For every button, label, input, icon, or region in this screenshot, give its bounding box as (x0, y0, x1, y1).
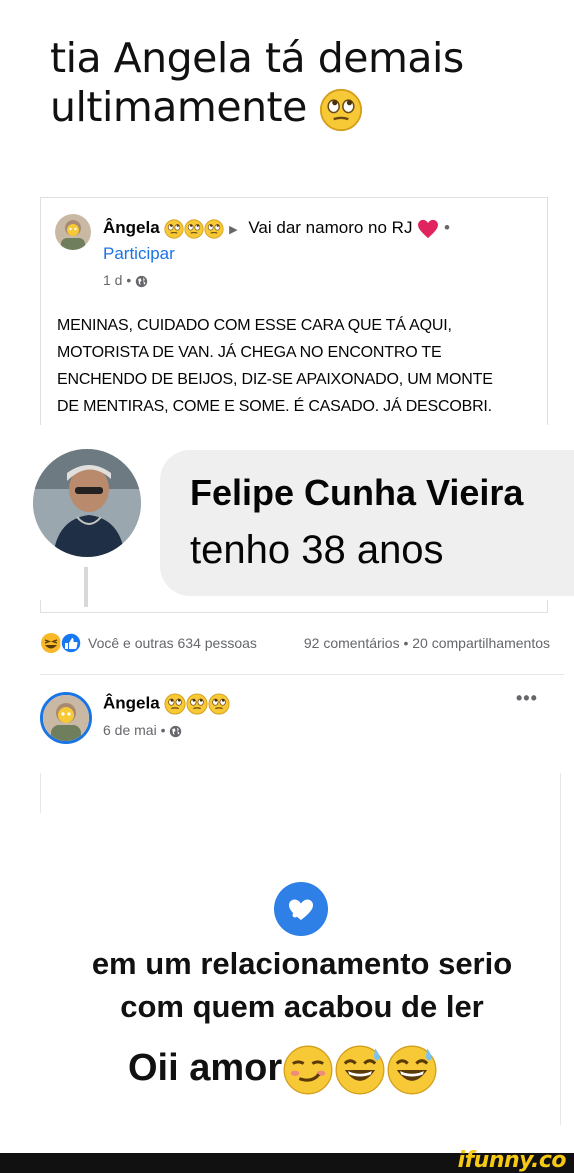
rolling-eyes-emoji-icon (186, 693, 209, 715)
globe-icon (170, 725, 182, 737)
image-text-line: em um relacionamento serio (91, 946, 513, 981)
post-time[interactable]: 6 de mai • (103, 722, 166, 738)
like-reaction-icon (60, 632, 82, 654)
reaction-icons[interactable] (40, 632, 84, 654)
comment-thread-line (84, 567, 88, 607)
rolling-eyes-emoji-icon (208, 693, 231, 715)
meme-title-line2: ultimamente (50, 83, 530, 132)
rolling-eyes-emoji-icon (204, 218, 225, 239)
rolling-eyes-emoji-icon (164, 693, 187, 715)
reactions-bar: Você e outras 634 pessoas 92 comentários… (40, 632, 550, 656)
image-border (40, 773, 41, 813)
avatar[interactable] (55, 214, 91, 250)
post-timestamp[interactable]: 1 d • (103, 272, 148, 288)
image-text-line: com quem acabou de ler (120, 989, 484, 1024)
divider (40, 612, 548, 613)
comment-text: tenho 38 anos (190, 528, 444, 572)
group-post: Ângela ▶ Vai dar namoro no RJ • Particip… (40, 197, 548, 425)
separator: • (443, 218, 450, 237)
profile-photo (33, 449, 141, 557)
author-name[interactable]: Ângela (103, 693, 160, 712)
post-header: Ângela (103, 693, 231, 715)
heart-badge-icon (274, 882, 328, 936)
more-options-icon[interactable]: ••• (516, 688, 538, 709)
rolling-eyes-emoji-icon (320, 88, 363, 132)
avatar[interactable] (40, 692, 92, 744)
smirk-emoji-icon (283, 1045, 333, 1095)
image-text-greeting: Oii amor (128, 1047, 283, 1090)
group-name[interactable]: Vai dar namoro no RJ (248, 218, 412, 237)
divider (40, 674, 564, 675)
grinning-sweat-emoji-icon (387, 1045, 437, 1095)
arrow-icon: ▶ (229, 224, 238, 236)
haha-reaction-icon (41, 633, 61, 653)
rolling-eyes-emoji-icon (164, 218, 185, 239)
author-name[interactable]: Ângela (103, 218, 160, 237)
heart-emoji-icon (418, 219, 439, 238)
meme-title-line2-text: ultimamente (50, 83, 307, 131)
post-header: Ângela ▶ Vai dar namoro no RJ • (103, 218, 450, 239)
meme-title-line1: tia Angela tá demais (50, 34, 464, 82)
meme-title: tia Angela tá demais ultimamente (50, 34, 530, 132)
post-body: MENINAS, CUIDADO COM ESSE CARA QUE TÁ AQ… (57, 317, 493, 415)
grinning-sweat-emoji-icon (335, 1045, 385, 1095)
rolling-eyes-emoji-icon (184, 218, 205, 239)
join-group-link[interactable]: Participar (103, 244, 175, 264)
ifunny-watermark: ifunny.co (457, 1148, 567, 1173)
post-timestamp[interactable]: 6 de mai • (103, 722, 182, 738)
commenter-name: Felipe Cunha Vieira (190, 472, 524, 513)
image-text-line: Oii amor (128, 1044, 438, 1096)
divider (40, 600, 41, 612)
post-time[interactable]: 1 d • (103, 272, 131, 288)
comments-shares-count[interactable]: 92 comentários • 20 compartilhamentos (304, 635, 550, 651)
globe-icon (135, 275, 148, 287)
reaction-count[interactable]: Você e outras 634 pessoas (88, 635, 257, 651)
divider (547, 600, 548, 612)
